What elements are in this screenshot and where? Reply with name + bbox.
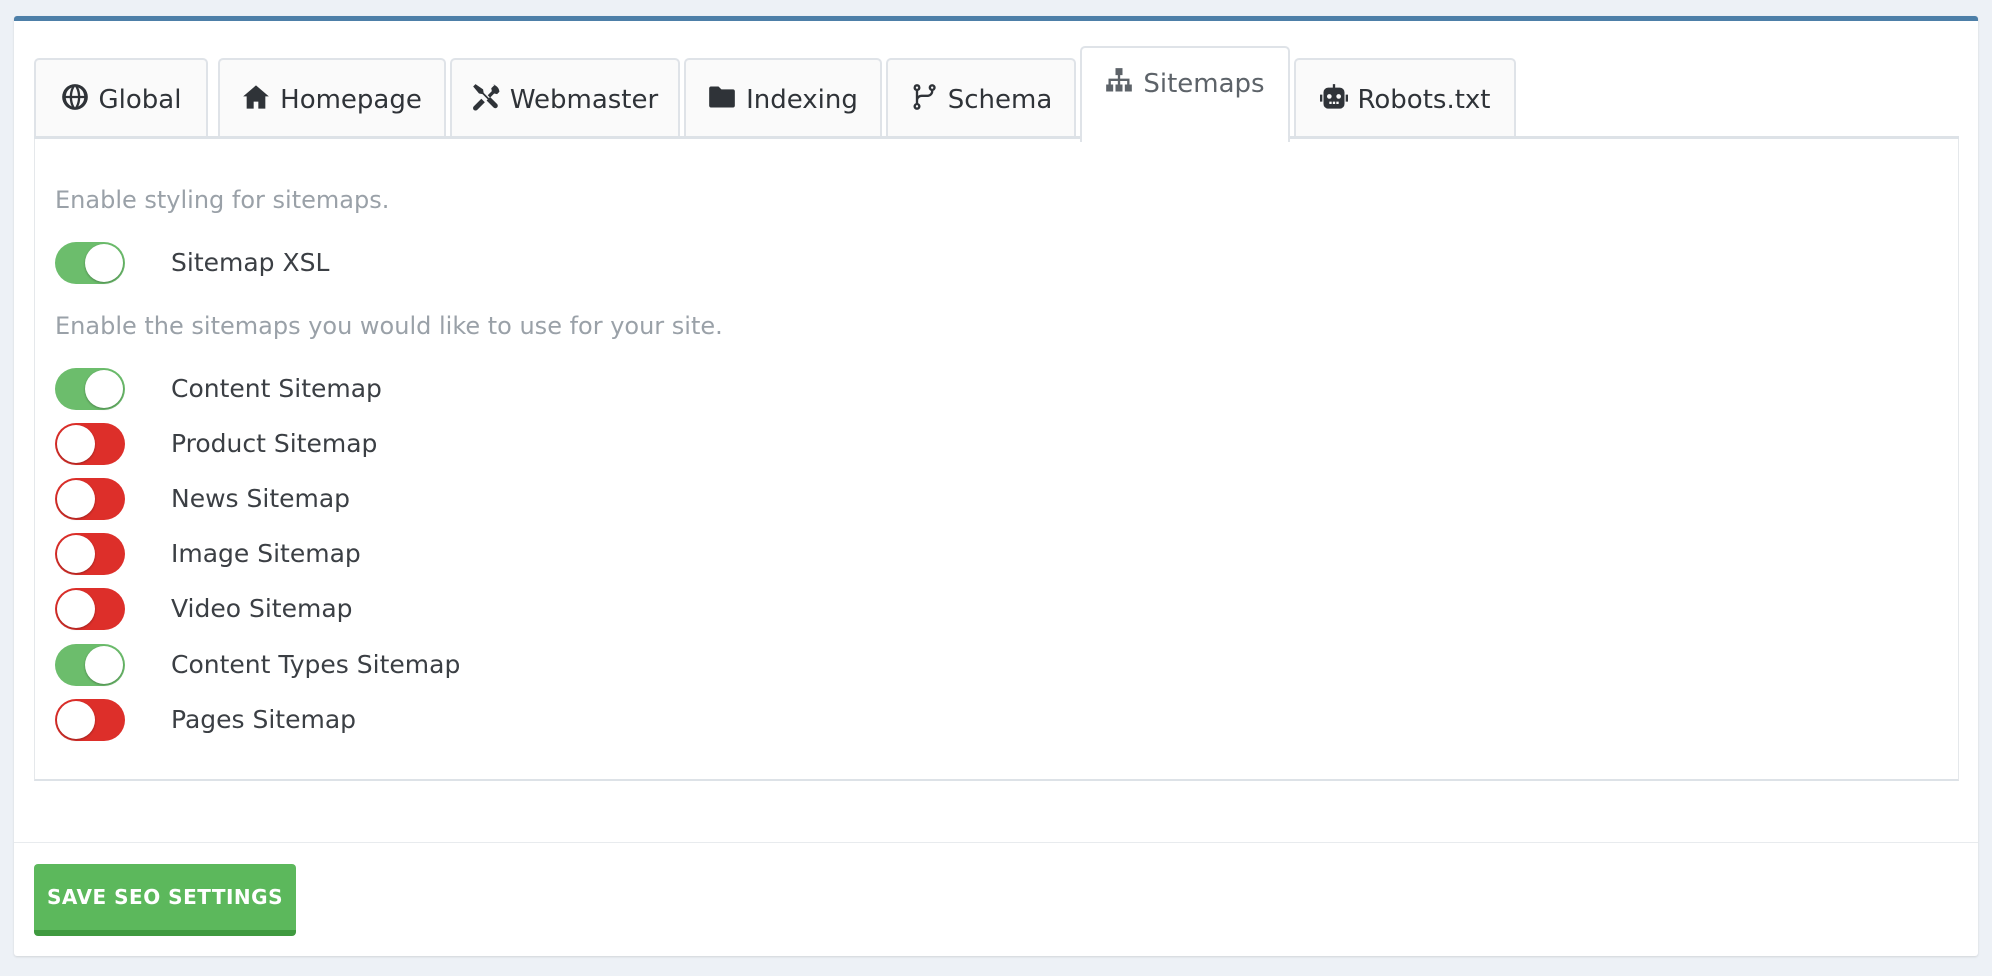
tab-indexing[interactable]: Indexing <box>684 58 882 140</box>
video-sitemap-row: Video Sitemap <box>55 588 755 632</box>
tab-label: Robots.txt <box>1357 85 1491 115</box>
tab-robots-txt[interactable]: Robots.txt <box>1294 58 1516 140</box>
tab-label: Sitemaps <box>1143 69 1265 99</box>
video-sitemap-label: Video Sitemap <box>171 594 353 623</box>
code-branch-icon <box>910 83 938 118</box>
sitemap-icon <box>1105 67 1133 102</box>
news-sitemap-label: News Sitemap <box>171 484 351 513</box>
content-sitemap-label: Content Sitemap <box>171 374 382 403</box>
tab-global[interactable]: Global <box>34 58 208 140</box>
pages-sitemap-label: Pages Sitemap <box>171 705 357 734</box>
toggle-knob <box>57 535 95 573</box>
tab-sitemaps[interactable]: Sitemaps <box>1080 46 1290 142</box>
toggle-knob <box>57 425 95 463</box>
product-sitemap-toggle[interactable] <box>55 423 125 465</box>
tools-icon <box>472 83 500 118</box>
image-sitemap-row: Image Sitemap <box>55 533 755 577</box>
enable-description: Enable the sitemaps you would like to us… <box>55 312 723 340</box>
styling-description: Enable styling for sitemaps. <box>55 186 390 214</box>
sitemap-xsl-row: Sitemap XSL <box>55 242 755 286</box>
image-sitemap-toggle[interactable] <box>55 533 125 575</box>
image-sitemap-label: Image Sitemap <box>171 539 361 568</box>
tab-label: Global <box>98 85 182 115</box>
toggle-knob <box>57 590 95 628</box>
product-sitemap-label: Product Sitemap <box>171 429 378 458</box>
content-sitemap-row: Content Sitemap <box>55 368 755 412</box>
toggle-knob <box>85 370 123 408</box>
tab-label: Homepage <box>280 85 422 115</box>
tab-homepage[interactable]: Homepage <box>218 58 446 140</box>
home-icon <box>242 83 270 118</box>
tab-label: Indexing <box>746 85 858 115</box>
sitemap-xsl-label: Sitemap XSL <box>171 248 330 277</box>
pages-sitemap-toggle[interactable] <box>55 699 125 741</box>
video-sitemap-toggle[interactable] <box>55 588 125 630</box>
tab-schema[interactable]: Schema <box>886 58 1076 140</box>
content-types-sitemap-toggle[interactable] <box>55 644 125 686</box>
folder-icon <box>708 83 736 118</box>
tab-label: Webmaster <box>509 85 659 115</box>
pages-sitemap-row: Pages Sitemap <box>55 699 755 743</box>
tab-webmaster[interactable]: Webmaster <box>450 58 680 140</box>
content-types-sitemap-label: Content Types Sitemap <box>171 650 461 679</box>
tab-label: Schema <box>947 85 1053 115</box>
footer-divider <box>14 842 1978 843</box>
news-sitemap-toggle[interactable] <box>55 478 125 520</box>
news-sitemap-row: News Sitemap <box>55 478 755 522</box>
toggle-knob <box>85 646 123 684</box>
toggle-knob <box>57 480 95 518</box>
sitemaps-tab-content: Enable styling for sitemaps. Sitemap XSL… <box>34 139 1959 781</box>
globe-icon <box>61 83 89 118</box>
product-sitemap-row: Product Sitemap <box>55 423 755 467</box>
save-seo-settings-button[interactable]: SAVE SEO SETTINGS <box>34 864 296 936</box>
toggle-knob <box>85 244 123 282</box>
robot-icon <box>1319 83 1348 118</box>
toggle-knob <box>57 701 95 739</box>
sitemap-xsl-toggle[interactable] <box>55 242 125 284</box>
content-types-sitemap-row: Content Types Sitemap <box>55 644 755 688</box>
content-sitemap-toggle[interactable] <box>55 368 125 410</box>
